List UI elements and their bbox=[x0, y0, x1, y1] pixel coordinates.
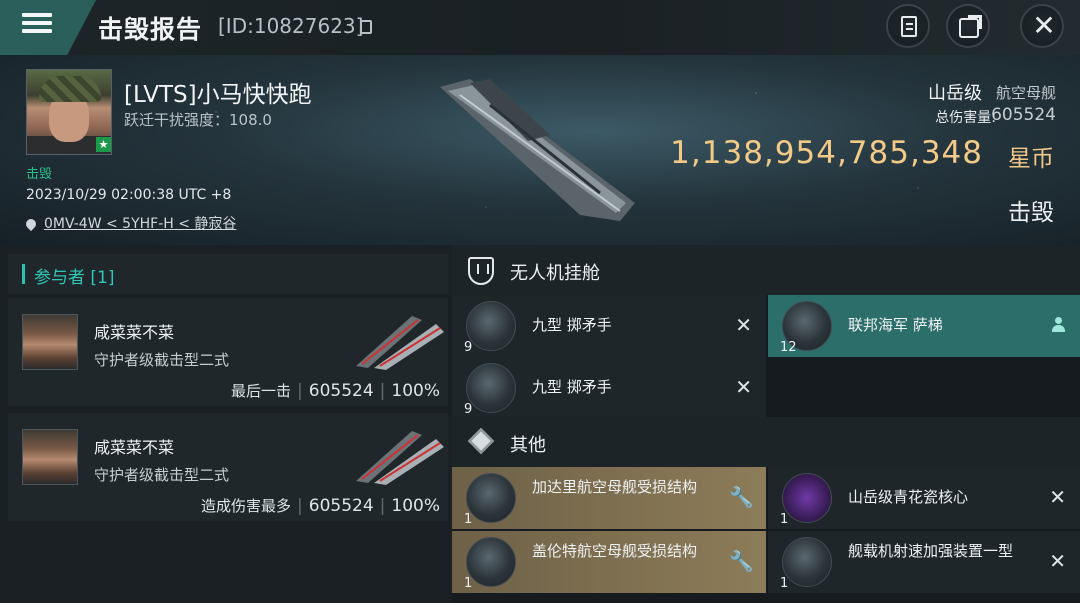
share-button[interactable] bbox=[946, 4, 990, 48]
drone-icon bbox=[466, 301, 516, 351]
item-quantity: 12 bbox=[780, 340, 797, 355]
wrench-icon: 🔧 bbox=[729, 549, 754, 573]
drone-bay-header: 无人机挂舱 bbox=[452, 245, 1080, 295]
item-name: 盖伦特航空母舰受损结构 bbox=[532, 542, 698, 560]
participant-row[interactable]: 咸菜菜不菜 守护者级截击型二式 造成伤害最多 | 605524 | 100% bbox=[8, 413, 448, 521]
participant-damage: 605524 bbox=[308, 496, 374, 516]
menu-icon-line bbox=[22, 21, 52, 25]
destroyed-icon: ✕ bbox=[735, 375, 752, 399]
item-quantity: 1 bbox=[780, 512, 789, 527]
other-header: 其他 bbox=[452, 417, 1080, 467]
star-icon: ★ bbox=[96, 137, 111, 152]
close-button[interactable]: ✕ bbox=[1020, 4, 1064, 48]
destroyed-icon: ✕ bbox=[1049, 549, 1066, 573]
drone-bay-title: 无人机挂舱 bbox=[510, 263, 600, 284]
item-name: 九型 掷矛手 bbox=[532, 316, 612, 334]
participant-row[interactable]: 咸菜菜不菜 守护者级截击型二式 最后一击 | 605524 | 100% bbox=[8, 298, 448, 406]
share-icon bbox=[959, 15, 982, 38]
participants-header[interactable]: 参与者 [1] bbox=[8, 254, 448, 294]
core-icon bbox=[782, 473, 832, 523]
drone-bay-icon bbox=[468, 257, 494, 285]
drone-icon bbox=[466, 363, 516, 413]
participant-ship-image bbox=[356, 431, 444, 485]
total-damage-label: 总伤害量: bbox=[935, 110, 996, 126]
title-bar: 击毁报告 [ID:10827623] ✕ bbox=[0, 0, 1080, 55]
participants-header-label: 参与者 [1] bbox=[34, 268, 115, 288]
destroyed-icon: ✕ bbox=[1049, 485, 1066, 509]
clipboard-icon bbox=[901, 16, 917, 37]
participant-percent: 100% bbox=[391, 381, 440, 401]
victim-panel: ★ [LVTS]小马快快跑 跃迁干扰强度：108.0 击毁 2023/10/29… bbox=[0, 55, 1080, 245]
clipboard-button[interactable] bbox=[886, 4, 930, 48]
participant-percent: 100% bbox=[391, 496, 440, 516]
isk-unit: 星币 bbox=[1008, 146, 1054, 172]
module-icon bbox=[466, 473, 516, 523]
person-icon bbox=[1052, 317, 1065, 333]
item-slot[interactable]: 9 九型 掷矛手 ✕ bbox=[452, 357, 766, 419]
item-name: 九型 掷矛手 bbox=[532, 378, 612, 396]
menu-button[interactable] bbox=[0, 0, 96, 55]
item-quantity: 9 bbox=[464, 402, 473, 417]
item-name: 联邦海军 萨梯 bbox=[848, 316, 943, 334]
module-icon bbox=[782, 537, 832, 587]
participant-stats: 最后一击 | 605524 | 100% bbox=[231, 381, 440, 401]
victim-pilot-name[interactable]: [LVTS]小马快快跑 bbox=[124, 75, 312, 109]
participant-avatar[interactable] bbox=[22, 314, 78, 370]
participant-name: 咸菜菜不菜 bbox=[94, 323, 175, 342]
item-slot[interactable]: 1 盖伦特航空母舰受损结构 🔧 bbox=[452, 531, 766, 593]
cube-icon bbox=[467, 427, 495, 455]
menu-icon-line bbox=[22, 29, 52, 33]
item-name: 加达里航空母舰受损结构 bbox=[532, 478, 698, 496]
kill-location[interactable]: 0MV-4W < 5YHF-H < 静寂谷 bbox=[23, 213, 236, 233]
participant-avatar[interactable] bbox=[22, 429, 78, 485]
participants-panel: 参与者 [1] 咸菜菜不菜 守护者级截击型二式 最后一击 | 605524 | 100%… bbox=[0, 245, 452, 603]
item-slot[interactable]: 12 联邦海军 萨梯 bbox=[768, 295, 1080, 357]
destroyed-icon: ✕ bbox=[735, 313, 752, 337]
item-slot[interactable]: 1 舰载机射速加强装置一型 ✕ bbox=[768, 531, 1080, 593]
kill-timestamp: 2023/10/29 02:00:38 UTC +8 bbox=[26, 187, 232, 203]
participant-damage: 605524 bbox=[308, 381, 374, 401]
status-label-large: 击毁 bbox=[1008, 200, 1054, 226]
item-quantity: 1 bbox=[780, 576, 789, 591]
victim-ship-image bbox=[440, 79, 635, 221]
item-slot[interactable]: 1 山岳级青花瓷核心 ✕ bbox=[768, 467, 1080, 529]
item-slot[interactable]: 1 加达里航空母舰受损结构 🔧 bbox=[452, 467, 766, 529]
participant-ship: 守护者级截击型二式 bbox=[94, 351, 230, 369]
warp-disruption-strength: 跃迁干扰强度：108.0 bbox=[124, 111, 272, 129]
other-title: 其他 bbox=[510, 435, 546, 456]
report-id: [ID:10827623] bbox=[218, 14, 364, 38]
wrench-icon: 🔧 bbox=[729, 485, 754, 509]
participant-stats: 造成伤害最多 | 605524 | 100% bbox=[201, 496, 440, 516]
item-quantity: 1 bbox=[464, 576, 473, 591]
location-link[interactable]: 0MV-4W < 5YHF-H < 静寂谷 bbox=[44, 216, 236, 232]
item-quantity: 1 bbox=[464, 512, 473, 527]
item-slot[interactable]: 9 九型 掷矛手 ✕ bbox=[452, 295, 766, 357]
participant-role: 造成伤害最多 bbox=[201, 497, 292, 515]
status-label-small: 击毁 bbox=[26, 167, 53, 182]
isk-value: 1,138,954,785,348 bbox=[670, 135, 983, 171]
module-icon bbox=[466, 537, 516, 587]
copy-icon[interactable] bbox=[360, 20, 372, 34]
ship-type: 航空母舰 bbox=[995, 84, 1056, 102]
participant-role: 最后一击 bbox=[231, 382, 292, 400]
item-name: 舰载机射速加强装置一型 bbox=[848, 542, 1014, 560]
close-icon: ✕ bbox=[1032, 9, 1056, 42]
participant-ship: 守护者级截击型二式 bbox=[94, 466, 230, 484]
menu-icon bbox=[22, 13, 52, 17]
items-panel: 无人机挂舱 9 九型 掷矛手 ✕ 12 联邦海军 萨梯 9 九型 掷矛手 ✕ 其… bbox=[452, 245, 1080, 603]
location-pin-icon bbox=[23, 216, 39, 232]
total-damage-value: 605524 bbox=[991, 105, 1056, 125]
participant-ship-image bbox=[356, 316, 444, 370]
item-name: 山岳级青花瓷核心 bbox=[848, 488, 969, 506]
participant-name: 咸菜菜不菜 bbox=[94, 438, 175, 457]
page-title: 击毁报告 bbox=[98, 15, 203, 44]
ship-class[interactable]: 山岳级 bbox=[928, 79, 982, 105]
item-quantity: 9 bbox=[464, 340, 473, 355]
